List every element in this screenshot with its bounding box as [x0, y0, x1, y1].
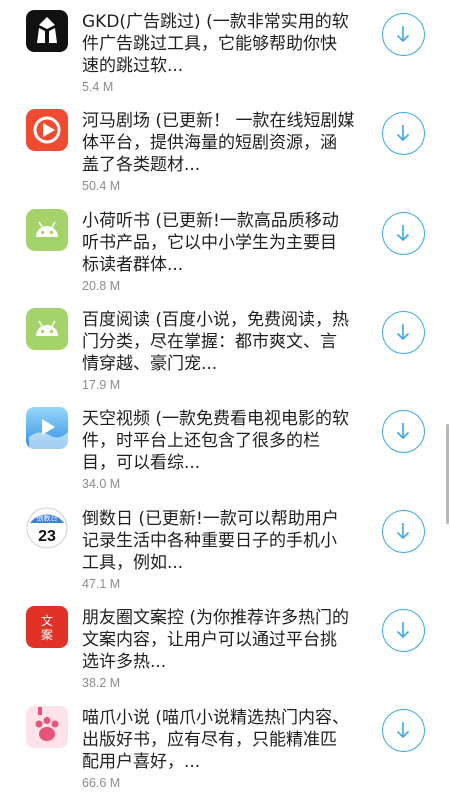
- gkd-icon: [26, 10, 68, 52]
- download-button[interactable]: [382, 311, 425, 354]
- app-description: 百度阅读 (百度小说，免费阅读，热 门分类，尽在掌握：都市爽文、言 情穿越、豪门…: [82, 310, 350, 374]
- list-item[interactable]: 河马剧场 (已更新！ 一款在线短剧媒 体平台，提供海量的短剧资源，涵 盖了各类题…: [0, 99, 450, 199]
- app-size: 66.6 M: [82, 776, 121, 790]
- app-description: 河马剧场 (已更新！ 一款在线短剧媒 体平台，提供海量的短剧资源，涵 盖了各类题…: [82, 111, 355, 175]
- app-size: 5.4 M: [82, 80, 114, 94]
- app-size: 17.9 M: [82, 378, 121, 392]
- download-arrow-icon: [396, 26, 410, 43]
- paw-icon: [26, 706, 68, 748]
- app-size: 34.0 M: [82, 477, 121, 491]
- download-button[interactable]: [382, 13, 425, 56]
- calendar-icon: 倒数日 23: [26, 507, 68, 549]
- download-button[interactable]: [382, 609, 425, 652]
- download-arrow-icon: [396, 423, 410, 440]
- wenan-icon: 文案: [26, 606, 68, 648]
- app-size: 50.4 M: [82, 179, 121, 193]
- scrollbar-thumb[interactable]: [446, 424, 449, 524]
- hema-juchang-icon: [26, 109, 68, 151]
- wenan-icon-top: 文: [41, 613, 53, 628]
- video-play-icon: [26, 407, 68, 449]
- app-description: 天空视频 (一款免费看电视电影的软 件，时平台上还包含了很多的栏 目，可以看综.…: [82, 409, 350, 473]
- download-button[interactable]: [382, 410, 425, 453]
- app-description: 小荷听书 (已更新!一款高品质移动 听书产品，它以中小学生为主要目 标读者群体.…: [82, 211, 339, 275]
- list-item[interactable]: 文案 朋友圈文案控 (为你推荐许多热门的 文案内容，让用户可以通过平台挑 选许多…: [0, 596, 450, 696]
- download-arrow-icon: [396, 125, 410, 142]
- app-description: 朋友圈文案控 (为你推荐许多热门的 文案内容，让用户可以通过平台挑 选许多热..…: [82, 608, 350, 672]
- list-item[interactable]: 百度阅读 (百度小说，免费阅读，热 门分类，尽在掌握：都市爽文、言 情穿越、豪门…: [0, 298, 450, 398]
- app-description: 倒数日 (已更新!一款可以帮助用户 记录生活中各种重要日子的手机小 工具，例如.…: [82, 509, 339, 573]
- android-icon: [26, 209, 68, 251]
- download-arrow-icon: [396, 523, 410, 540]
- download-button[interactable]: [382, 112, 425, 155]
- calendar-icon-label: 倒数日: [37, 514, 58, 523]
- download-button[interactable]: [382, 510, 425, 553]
- calendar-icon-day: 23: [38, 528, 56, 545]
- download-arrow-icon: [396, 324, 410, 341]
- app-size: 20.8 M: [82, 279, 121, 293]
- list-item[interactable]: 倒数日 23 倒数日 (已更新!一款可以帮助用户 记录生活中各种重要日子的手机小 …: [0, 497, 450, 597]
- list-item[interactable]: 小荷听书 (已更新!一款高品质移动 听书产品，它以中小学生为主要目 标读者群体.…: [0, 199, 450, 299]
- list-item[interactable]: GKD(广告跳过) (一款非常实用的软 件广告跳过工具，它能够帮助你快 速的跳过…: [0, 0, 450, 100]
- list-item[interactable]: 天空视频 (一款免费看电视电影的软 件，时平台上还包含了很多的栏 目，可以看综.…: [0, 397, 450, 497]
- app-size: 47.1 M: [82, 577, 121, 591]
- wenan-icon-bottom: 案: [41, 627, 53, 642]
- download-arrow-icon: [396, 225, 410, 242]
- download-arrow-icon: [396, 722, 410, 739]
- download-arrow-icon: [396, 622, 410, 639]
- download-button[interactable]: [382, 212, 425, 255]
- app-description: 喵爪小说 (喵爪小说精选热门内容、 出版好书，应有尽有，只能精准匹 配用户喜好，…: [82, 708, 350, 772]
- list-item[interactable]: 喵爪小说 (喵爪小说精选热门内容、 出版好书，应有尽有，只能精准匹 配用户喜好，…: [0, 696, 450, 796]
- app-size: 38.2 M: [82, 676, 121, 690]
- app-description: GKD(广告跳过) (一款非常实用的软 件广告跳过工具，它能够帮助你快 速的跳过…: [82, 12, 349, 76]
- download-button[interactable]: [382, 709, 425, 752]
- android-icon: [26, 308, 68, 350]
